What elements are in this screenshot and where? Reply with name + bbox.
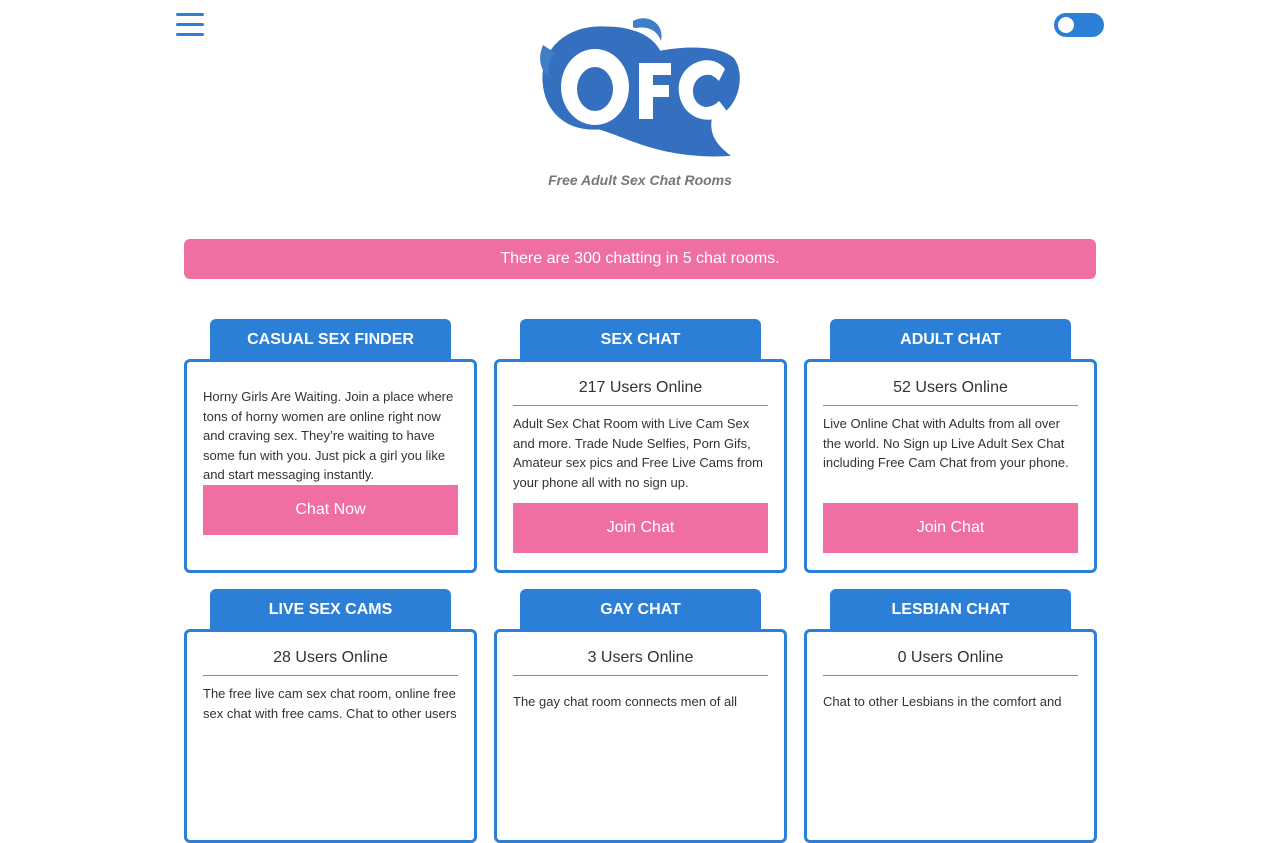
- chat-room-grid: CASUAL SEX FINDER Horny Girls Are Waitin…: [184, 319, 1097, 843]
- room-body: 3 Users Online The gay chat room connect…: [494, 629, 787, 843]
- join-chat-button[interactable]: Join Chat: [513, 503, 768, 553]
- chat-room-card: LESBIAN CHAT 0 Users Online Chat to othe…: [804, 589, 1097, 843]
- room-title[interactable]: ADULT CHAT: [830, 319, 1071, 361]
- room-description: Horny Girls Are Waiting. Join a place wh…: [203, 389, 454, 482]
- room-body: Horny Girls Are Waiting. Join a place wh…: [184, 359, 477, 573]
- tagline: Free Adult Sex Chat Rooms: [548, 172, 732, 188]
- room-description: The gay chat room connects men of all: [513, 694, 738, 709]
- hamburger-icon[interactable]: [176, 13, 204, 37]
- room-title[interactable]: SEX CHAT: [520, 319, 761, 361]
- room-title[interactable]: LIVE SEX CAMS: [210, 589, 451, 631]
- chat-room-card: SEX CHAT 217 Users Online Adult Sex Chat…: [494, 319, 787, 573]
- users-online: 3 Users Online: [513, 649, 768, 676]
- room-title[interactable]: LESBIAN CHAT: [830, 589, 1071, 631]
- room-description: Adult Sex Chat Room with Live Cam Sex an…: [513, 416, 763, 490]
- room-description: The free live cam sex chat room, online …: [203, 686, 457, 721]
- room-body: 0 Users Online Chat to other Lesbians in…: [804, 629, 1097, 843]
- theme-toggle[interactable]: [1054, 13, 1104, 37]
- header: Free Adult Sex Chat Rooms: [0, 0, 1280, 200]
- users-online: 0 Users Online: [823, 649, 1078, 676]
- toggle-knob: [1058, 17, 1074, 33]
- chat-room-card: GAY CHAT 3 Users Online The gay chat roo…: [494, 589, 787, 843]
- users-online: 28 Users Online: [203, 649, 458, 676]
- room-body: 52 Users Online Live Online Chat with Ad…: [804, 359, 1097, 573]
- status-banner: There are 300 chatting in 5 chat rooms.: [184, 239, 1096, 279]
- room-title[interactable]: GAY CHAT: [520, 589, 761, 631]
- join-chat-button[interactable]: Join Chat: [823, 503, 1078, 553]
- users-online: 217 Users Online: [513, 379, 768, 406]
- room-body: 217 Users Online Adult Sex Chat Room wit…: [494, 359, 787, 573]
- ofc-logo[interactable]: [535, 15, 747, 163]
- room-body: 28 Users Online The free live cam sex ch…: [184, 629, 477, 843]
- chat-now-button[interactable]: Chat Now: [203, 485, 458, 535]
- chat-room-card: ADULT CHAT 52 Users Online Live Online C…: [804, 319, 1097, 573]
- room-description: Chat to other Lesbians in the comfort an…: [823, 694, 1062, 709]
- room-title[interactable]: CASUAL SEX FINDER: [210, 319, 451, 361]
- users-online: 52 Users Online: [823, 379, 1078, 406]
- room-description: Live Online Chat with Adults from all ov…: [823, 416, 1069, 470]
- chat-room-card: LIVE SEX CAMS 28 Users Online The free l…: [184, 589, 477, 843]
- chat-room-card: CASUAL SEX FINDER Horny Girls Are Waitin…: [184, 319, 477, 573]
